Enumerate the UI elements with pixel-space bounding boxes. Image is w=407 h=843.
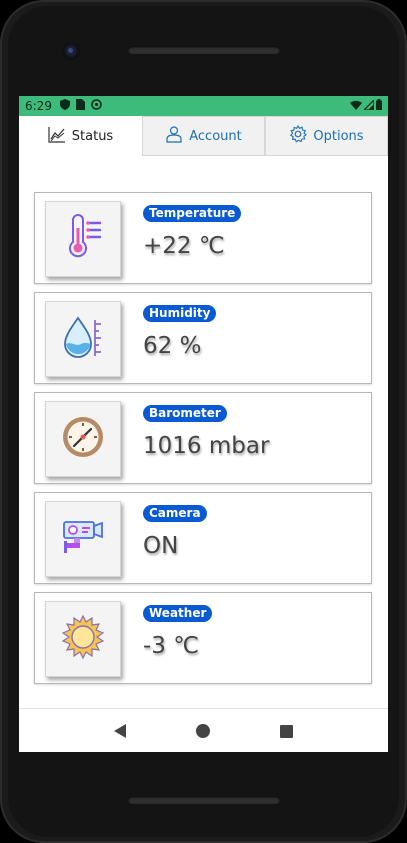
tab-label: Account: [189, 128, 242, 144]
home-icon[interactable]: [196, 724, 210, 738]
card-weather[interactable]: Weather -3 ℃: [34, 592, 372, 684]
tab-options[interactable]: Options: [265, 116, 388, 156]
card-humidity[interactable]: Humidity 62 %: [34, 292, 372, 384]
screen: 6:29 Status Account Options Temperature …: [19, 96, 388, 752]
card-value: ON: [143, 533, 179, 559]
sensor-list: Temperature +22 ℃ Humidity 62 % Baromete…: [19, 156, 388, 706]
card-label-badge: Camera: [143, 505, 207, 522]
tab-bar: Status Account Options: [19, 116, 388, 156]
card-value: 62 %: [143, 333, 202, 359]
card-value: -3 ℃: [143, 633, 200, 659]
status-bar: 6:29: [19, 96, 388, 116]
signal-icon: [362, 98, 375, 113]
chart-icon: [48, 125, 66, 147]
battery-icon: [376, 99, 382, 113]
sun-icon: [60, 614, 106, 664]
system-nav-bar: [19, 710, 388, 752]
thermometer-icon: [60, 214, 106, 264]
tab-label: Status: [71, 128, 114, 144]
tab-account[interactable]: Account: [142, 116, 265, 156]
shield-icon: [59, 99, 70, 113]
sim-icon: [75, 99, 85, 113]
top-speaker: [128, 46, 280, 54]
card-icon-box: [45, 201, 121, 277]
nav-divider: [19, 708, 388, 709]
tab-status[interactable]: Status: [19, 116, 142, 156]
status-time: 6:29: [25, 99, 52, 113]
barometer-icon: [60, 414, 106, 464]
card-label-badge: Barometer: [143, 405, 227, 422]
card-barometer[interactable]: Barometer 1016 mbar: [34, 392, 372, 484]
card-value: 1016 mbar: [143, 433, 270, 459]
card-icon-box: [45, 601, 121, 677]
gear-icon: [289, 124, 308, 147]
water-drop-icon: [60, 314, 106, 364]
card-icon-box: [45, 501, 121, 577]
card-label-badge: Humidity: [143, 305, 217, 322]
card-label-badge: Temperature: [143, 205, 242, 222]
card-label-badge: Weather: [143, 605, 213, 622]
card-temperature[interactable]: Temperature +22 ℃: [34, 192, 372, 284]
security-camera-icon: [60, 514, 106, 564]
card-icon-box: [45, 401, 121, 477]
front-camera: [64, 44, 78, 58]
wifi-icon: [350, 99, 362, 113]
recents-icon[interactable]: [280, 724, 293, 738]
card-value: +22 ℃: [143, 233, 225, 259]
user-icon: [165, 125, 183, 147]
back-icon[interactable]: [114, 724, 126, 738]
sync-icon: [91, 99, 102, 113]
bottom-speaker: [128, 796, 280, 804]
phone-frame: 6:29 Status Account Options Temperature …: [0, 0, 407, 843]
card-icon-box: [45, 301, 121, 377]
tab-label: Options: [313, 128, 364, 144]
status-right: [350, 98, 382, 113]
card-camera[interactable]: Camera ON: [34, 492, 372, 584]
